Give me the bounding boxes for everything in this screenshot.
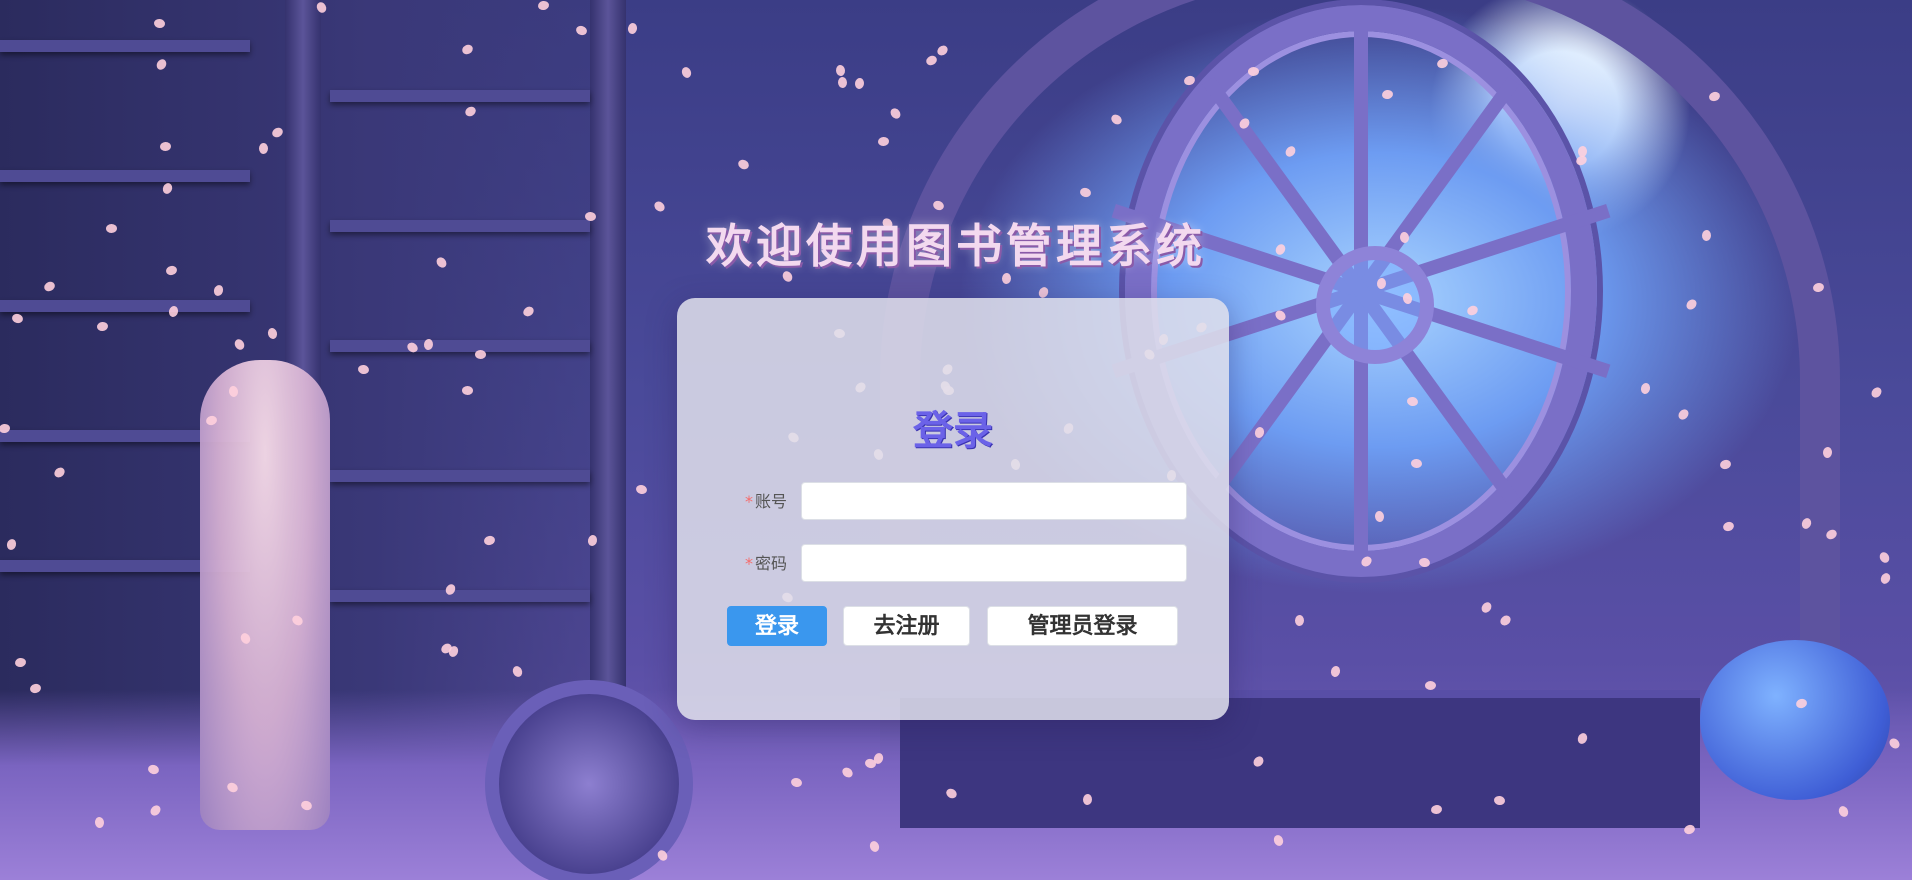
petal [461, 385, 474, 396]
petal [1425, 681, 1436, 690]
login-card-title: 登录 [913, 407, 993, 454]
shelf [0, 170, 250, 182]
admin-login-button[interactable]: 管理员登录 [987, 606, 1178, 646]
required-mark: * [744, 492, 753, 511]
shelf [0, 300, 250, 312]
petal [854, 77, 865, 90]
login-page: 欢迎使用图书管理系统 登录 * 账号 * 密码 登录 去注册 管理员登录 [0, 0, 1912, 880]
petal [835, 64, 846, 77]
shelf [330, 340, 590, 352]
blue-orb [1700, 640, 1890, 800]
petal [680, 65, 693, 80]
register-button[interactable]: 去注册 [843, 606, 970, 646]
welcome-title: 欢迎使用图书管理系统 [706, 219, 1206, 273]
password-label-text: 密码 [754, 554, 787, 573]
petal [1877, 550, 1892, 565]
petal [627, 22, 638, 35]
shelf [0, 40, 250, 52]
account-label: * 账号 [727, 482, 787, 522]
shelf [330, 590, 590, 602]
statue [200, 360, 330, 830]
petal [935, 43, 950, 58]
petal [736, 157, 751, 172]
petal [924, 54, 939, 67]
account-input[interactable] [801, 482, 1187, 520]
petal [635, 483, 648, 496]
shelf [330, 90, 590, 102]
petal [259, 143, 268, 154]
required-mark: * [744, 554, 753, 573]
login-button[interactable]: 登录 [727, 606, 827, 646]
petal [837, 76, 848, 89]
shelf [330, 470, 590, 482]
account-label-text: 账号 [754, 492, 787, 511]
petal [877, 136, 890, 147]
petal [1869, 385, 1884, 400]
petal [474, 349, 487, 360]
password-input[interactable] [801, 544, 1187, 582]
account-row: * 账号 [727, 482, 1187, 522]
login-card: 登录 * 账号 * 密码 登录 去注册 管理员登录 [677, 298, 1229, 720]
petal [1878, 571, 1893, 586]
password-label: * 密码 [727, 544, 787, 584]
password-row: * 密码 [727, 544, 1187, 584]
petal [888, 106, 903, 121]
